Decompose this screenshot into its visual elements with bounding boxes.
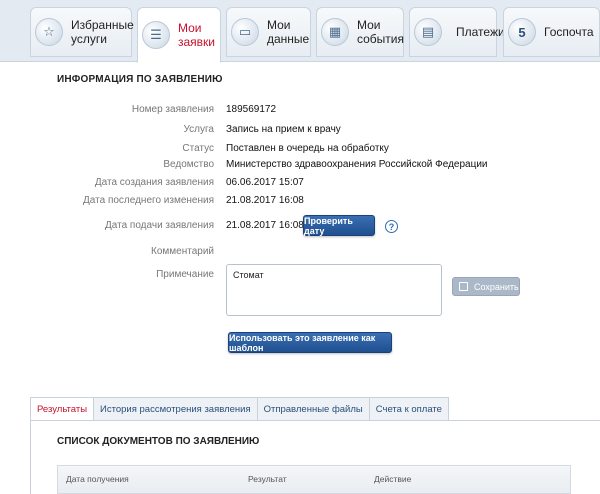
save-button-label: Сохранить	[474, 281, 519, 292]
tab-label: Избранные услуги	[71, 18, 134, 46]
field-label: Дата подачи заявления	[105, 220, 214, 231]
tab-my-applications[interactable]: ☰ Мои заявки	[137, 7, 221, 63]
save-icon	[459, 282, 468, 291]
field-label: Дата последнего изменения	[83, 195, 214, 206]
created-date-value: 06.06.2017 15:07	[226, 177, 304, 188]
tab-label: Мои данные	[267, 18, 310, 46]
note-label: Примечание	[156, 269, 214, 280]
tab-invoices[interactable]: Счета к оплате	[368, 397, 449, 420]
mail-icon: 5	[508, 18, 536, 46]
modified-date-value: 21.08.2017 16:08	[226, 195, 304, 206]
calendar-icon: ▦	[321, 18, 349, 46]
tab-payments[interactable]: ▤ Платежи	[409, 7, 505, 57]
tab-my-data[interactable]: ▭ Мои данные	[226, 7, 311, 57]
payment-icon: ▤	[414, 18, 442, 46]
column-header: Действие	[374, 474, 412, 484]
save-button[interactable]: Сохранить	[452, 277, 520, 296]
field-label: Ведомство	[163, 159, 214, 170]
result-tabs: Результаты История рассмотрения заявлени…	[30, 397, 449, 420]
comment-label: Комментарий	[151, 246, 214, 257]
status-value: Поставлен в очередь на обработку	[226, 143, 389, 154]
department-value: Министерство здравоохранения Российской …	[226, 159, 488, 170]
field-label: Статус	[182, 143, 214, 154]
tab-label: Госпочта	[544, 25, 594, 39]
documents-table-header: Дата получения Результат Действие	[57, 465, 571, 494]
documents-title: СПИСОК ДОКУМЕНТОВ ПО ЗАЯВЛЕНИЮ	[57, 436, 260, 447]
tab-label: Мои заявки	[178, 21, 216, 49]
tab-my-events[interactable]: ▦ Мои события	[316, 7, 404, 57]
use-as-template-button[interactable]: Использовать это заявление как шаблон	[228, 332, 392, 353]
top-navigation: ☆ Избранные услуги ☰ Мои заявки ▭ Мои да…	[0, 0, 600, 63]
tab-sent-files[interactable]: Отправленные файлы	[256, 397, 370, 420]
tab-label: Мои события	[357, 18, 405, 46]
section-title: ИНФОРМАЦИЯ ПО ЗАЯВЛЕНИЮ	[57, 74, 223, 85]
field-label: Дата создания заявления	[94, 177, 214, 188]
tab-favorite-services[interactable]: ☆ Избранные услуги	[30, 7, 134, 57]
service-value: Запись на прием к врачу	[226, 124, 341, 135]
tab-label: Платежи	[456, 25, 505, 39]
tab-gov-mail[interactable]: 5 Госпочта	[503, 7, 600, 57]
field-label: Услуга	[183, 124, 214, 135]
id-card-icon: ▭	[231, 18, 259, 46]
help-icon[interactable]: ?	[385, 220, 398, 233]
column-header: Дата получения	[66, 474, 129, 484]
list-icon: ☰	[142, 21, 170, 49]
column-header: Результат	[248, 474, 287, 484]
note-textarea[interactable]: Стомат	[226, 264, 442, 316]
field-label: Номер заявления	[131, 104, 214, 115]
tab-history[interactable]: История рассмотрения заявления	[93, 397, 258, 420]
application-number: 189569172	[226, 104, 277, 115]
submitted-date-value: 21.08.2017 16:08	[226, 220, 304, 231]
tab-results[interactable]: Результаты	[30, 397, 95, 420]
favorites-icon: ☆	[35, 18, 63, 46]
check-date-button[interactable]: Проверить дату	[303, 215, 375, 236]
